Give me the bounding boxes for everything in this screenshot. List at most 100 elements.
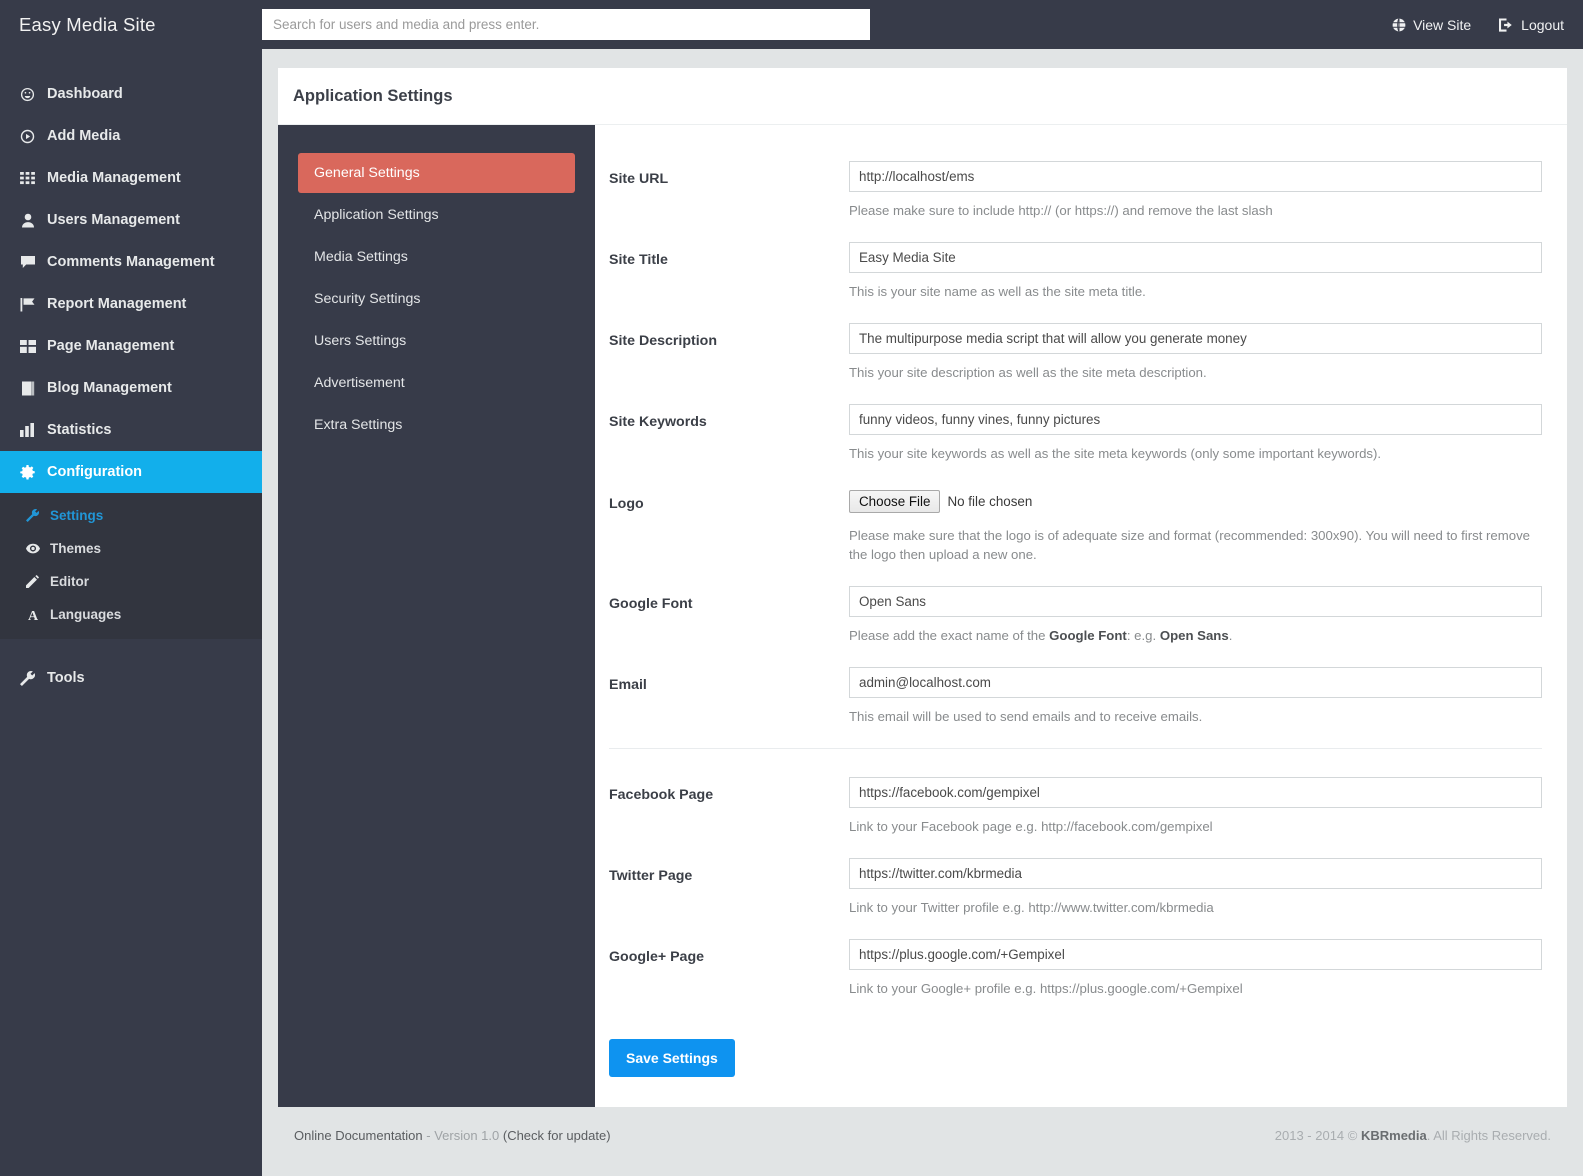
sidebar-item-page-management[interactable]: Page Management	[0, 325, 262, 367]
copyright-prefix: 2013 - 2014 ©	[1274, 1128, 1361, 1144]
font-a-icon: A	[25, 608, 40, 622]
sidebar-item-label: Media Management	[47, 170, 181, 186]
facebook-page-input[interactable]	[849, 777, 1542, 809]
sidebar-subitem-editor[interactable]: Editor	[0, 565, 262, 598]
footer-left: Online Documentation - Version 1.0 (Chec…	[294, 1128, 611, 1143]
search-input[interactable]	[262, 9, 870, 40]
settings-tab-list: General Settings Application Settings Me…	[278, 125, 595, 1107]
field-hint: This your site keywords as well as the s…	[849, 446, 1382, 462]
tab-application-settings[interactable]: Application Settings	[298, 195, 575, 235]
layout-icon	[19, 339, 36, 353]
copyright-suffix: . All Rights Reserved.	[1426, 1128, 1551, 1144]
google-plus-page-input[interactable]	[849, 939, 1542, 971]
right-column: View Site Logout Application Settings	[262, 0, 1583, 1176]
field-label: Site URL	[609, 171, 669, 187]
sidebar-item-statistics[interactable]: Statistics	[0, 409, 262, 451]
footer: Online Documentation - Version 1.0 (Chec…	[278, 1106, 1567, 1165]
field-twitter-page: Twitter Page Link to your Twitter profil…	[609, 858, 1542, 917]
svg-text:A: A	[27, 609, 38, 622]
field-hint: Please add the exact name of the Google …	[849, 626, 1542, 645]
twitter-page-input[interactable]	[849, 858, 1542, 890]
brand-title: Easy Media Site	[19, 13, 156, 35]
sidebar-subitem-label: Languages	[50, 607, 122, 622]
sidebar-item-report-management[interactable]: Report Management	[0, 283, 262, 325]
sidebar-item-users-management[interactable]: Users Management	[0, 199, 262, 241]
view-site-button[interactable]: View Site	[1392, 17, 1471, 33]
field-control: Link to your Google+ profile e.g. https:…	[849, 939, 1542, 998]
field-control: Link to your Facebook page e.g. http://f…	[849, 777, 1542, 836]
main-navigation: Dashboard Add Media Media Management Use…	[0, 73, 262, 699]
sidebar-subitem-settings[interactable]: Settings	[0, 499, 262, 532]
wrench-icon	[25, 509, 40, 522]
field-hint: This email will be used to send emails a…	[849, 708, 1203, 724]
field-site-url: Site URL Please make sure to include htt…	[609, 161, 1542, 220]
sidebar-item-tools[interactable]: Tools	[0, 657, 262, 699]
user-icon	[19, 213, 36, 228]
eye-icon	[25, 543, 40, 554]
field-email: Email This email will be used to send em…	[609, 666, 1542, 726]
field-hint: Please make sure that the logo is of ade…	[849, 527, 1531, 562]
sidebar-item-configuration[interactable]: Configuration	[0, 451, 262, 493]
field-site-keywords: Site Keywords This your site keywords as…	[609, 404, 1542, 463]
site-description-input[interactable]	[849, 323, 1542, 355]
tab-extra-settings[interactable]: Extra Settings	[298, 405, 575, 445]
topbar: View Site Logout	[262, 0, 1583, 49]
sidebar-subitem-label: Editor	[50, 574, 89, 589]
flag-icon	[19, 297, 36, 312]
footer-version: - Version 1.0	[422, 1128, 503, 1144]
sidebar-item-comments-management[interactable]: Comments Management	[0, 241, 262, 283]
sidebar-item-label: Comments Management	[47, 254, 215, 270]
sidebar-item-media-management[interactable]: Media Management	[0, 157, 262, 199]
sidebar-subitem-languages[interactable]: A Languages	[0, 598, 262, 631]
tab-users-settings[interactable]: Users Settings	[298, 321, 575, 361]
field-label: Email	[609, 676, 647, 693]
hint-part: : e.g.	[1126, 627, 1160, 643]
sidebar-item-blog-management[interactable]: Blog Management	[0, 367, 262, 409]
grid-icon	[19, 171, 36, 185]
field-control: Choose File No file chosen Please make s…	[849, 486, 1542, 564]
check-for-update-link[interactable]: (Check for update)	[503, 1128, 611, 1143]
sidebar-item-label: Users Management	[47, 212, 180, 228]
logout-button[interactable]: Logout	[1499, 17, 1564, 33]
sidebar-item-label: Statistics	[47, 422, 112, 438]
sidebar-item-label: Page Management	[47, 338, 175, 354]
sidebar-item-label: Tools	[47, 670, 85, 686]
view-site-label: View Site	[1413, 16, 1472, 33]
hint-part: Please add the exact name of the	[849, 627, 1050, 643]
online-documentation-link[interactable]: Online Documentation	[294, 1128, 423, 1143]
field-label: Google Font	[609, 595, 693, 612]
copyright-brand: KBRmedia	[1360, 1128, 1427, 1144]
footer-right: 2013 - 2014 © KBRmedia. All Rights Reser…	[1275, 1128, 1551, 1143]
tab-label: Users Settings	[314, 333, 407, 349]
site-keywords-input[interactable]	[849, 404, 1542, 436]
comment-icon	[19, 255, 36, 269]
sign-out-icon	[1499, 17, 1514, 32]
tab-security-settings[interactable]: Security Settings	[298, 279, 575, 319]
tab-advertisement[interactable]: Advertisement	[298, 363, 575, 403]
sidebar-item-dashboard[interactable]: Dashboard	[0, 73, 262, 115]
dashboard-icon	[19, 87, 36, 102]
site-title-input[interactable]	[849, 242, 1542, 274]
field-control: This is your site name as well as the si…	[849, 242, 1542, 301]
logout-label: Logout	[1521, 16, 1564, 33]
globe-icon	[1392, 17, 1406, 32]
choose-file-button[interactable]: Choose File	[849, 489, 941, 513]
email-input[interactable]	[849, 666, 1542, 698]
field-label: Site Description	[609, 333, 718, 350]
sidebar-subitem-themes[interactable]: Themes	[0, 532, 262, 565]
tab-label: Advertisement	[314, 375, 405, 391]
save-settings-button[interactable]: Save Settings	[609, 1038, 735, 1077]
section-divider	[609, 748, 1542, 750]
tab-media-settings[interactable]: Media Settings	[298, 237, 575, 277]
tab-label: Extra Settings	[314, 417, 403, 433]
site-url-input[interactable]	[849, 161, 1542, 192]
bar-chart-icon	[19, 423, 36, 437]
field-control: This email will be used to send emails a…	[849, 666, 1542, 726]
tab-general-settings[interactable]: General Settings	[298, 153, 575, 193]
sidebar-item-add-media[interactable]: Add Media	[0, 115, 262, 157]
field-label: Site Title	[609, 252, 668, 269]
sidebar-item-label: Blog Management	[47, 380, 172, 396]
field-google-font: Google Font Please add the exact name of…	[609, 585, 1542, 645]
panel-body: General Settings Application Settings Me…	[278, 125, 1567, 1107]
google-font-input[interactable]	[849, 585, 1542, 617]
